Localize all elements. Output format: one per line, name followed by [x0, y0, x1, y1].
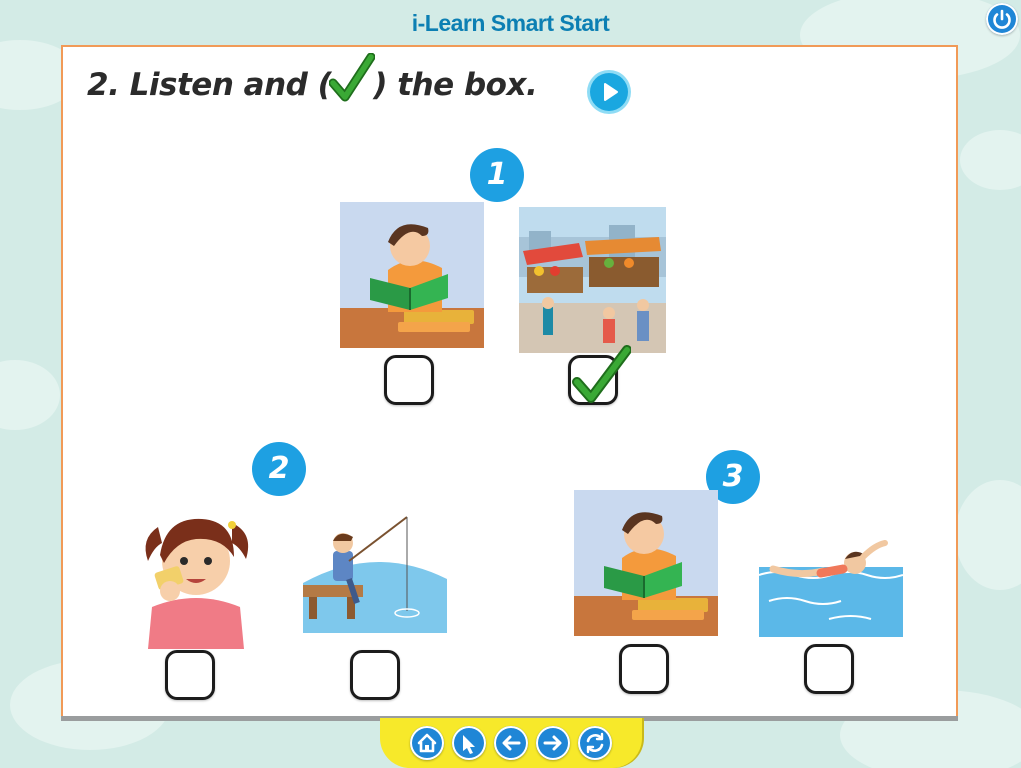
instruction-heading: 2. Listen and ( ) the box. — [87, 53, 538, 103]
previous-button[interactable] — [494, 726, 528, 760]
instruction-text-end: ) the box. — [373, 67, 538, 103]
background-cloud — [960, 130, 1021, 190]
picture-person-swimming — [759, 539, 903, 637]
app-title: i-Learn Smart Start — [411, 10, 610, 36]
play-icon — [604, 83, 618, 101]
checkmark-icon — [572, 345, 631, 403]
home-icon — [417, 733, 437, 753]
instruction-checkmark — [329, 53, 376, 102]
answer-box[interactable] — [619, 644, 669, 694]
pointer-button[interactable] — [452, 726, 486, 760]
power-icon — [993, 9, 1011, 29]
play-audio-button[interactable] — [590, 73, 628, 111]
refresh-button[interactable] — [578, 726, 612, 760]
picture-market-street-scene — [519, 207, 666, 353]
answer-box[interactable] — [165, 650, 215, 700]
power-button[interactable] — [986, 3, 1018, 35]
answer-box[interactable] — [804, 644, 854, 694]
picture-boy-fishing-on-pier — [303, 513, 447, 633]
navigation-bar — [380, 718, 642, 768]
pointer-icon — [463, 735, 475, 754]
checkmark-icon — [329, 53, 376, 102]
answer-box[interactable] — [350, 650, 400, 700]
answer-box[interactable] — [384, 355, 434, 405]
picture-girl-eating-sandwich — [136, 503, 256, 649]
instruction-text-start: 2. Listen and ( — [87, 67, 332, 103]
arrow-right-icon — [543, 735, 562, 751]
next-button[interactable] — [536, 726, 570, 760]
picture-boy-reading-book — [574, 490, 718, 636]
picture-boy-reading-book — [340, 202, 484, 348]
question-number-badge: 2 — [252, 442, 306, 496]
background-cloud — [955, 480, 1021, 590]
arrow-left-icon — [502, 735, 521, 751]
exercise-panel: 2. Listen and ( ) the box. 1 2 3 — [61, 45, 958, 718]
background-cloud — [0, 360, 60, 430]
answer-box-checked[interactable] — [568, 345, 631, 405]
question-number-badge: 1 — [470, 148, 524, 202]
home-button[interactable] — [410, 726, 444, 760]
refresh-icon — [586, 732, 604, 754]
